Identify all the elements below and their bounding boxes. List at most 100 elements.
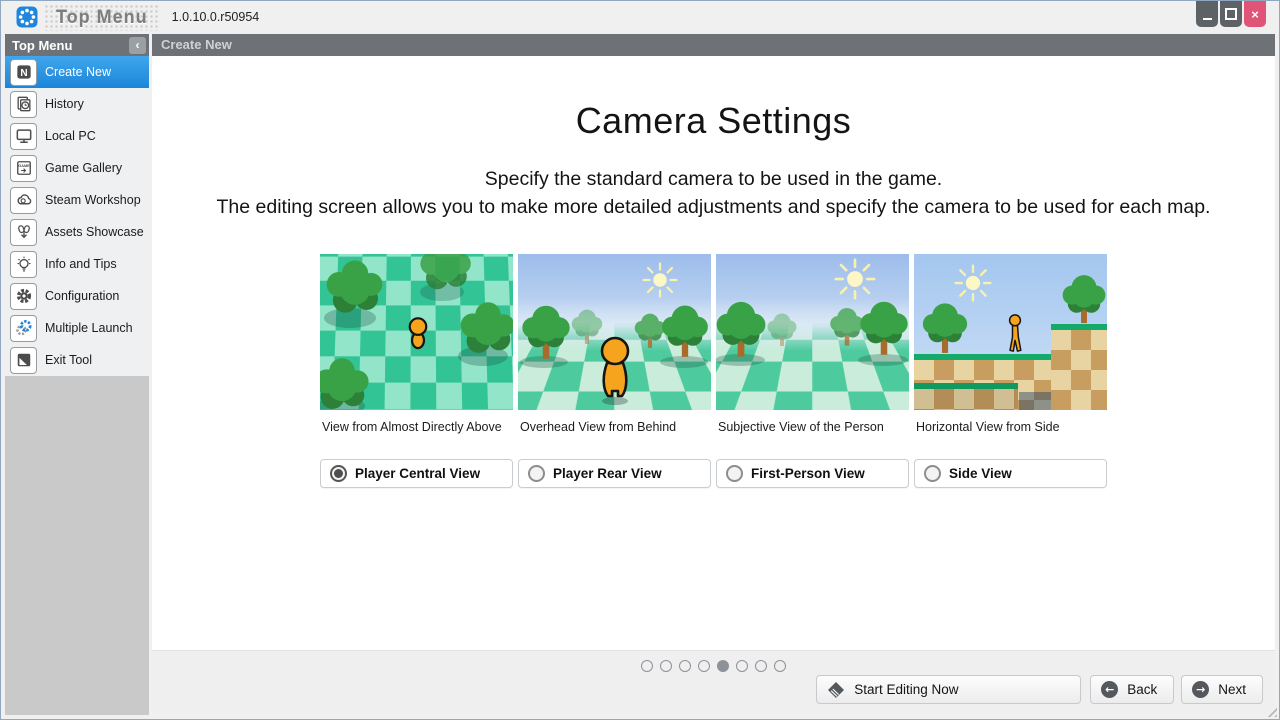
wizard-footer: Start Editing Now ← Back → Next <box>152 650 1275 715</box>
pagination-dots <box>152 651 1275 672</box>
sidebar-collapse-button[interactable]: ‹ <box>129 37 146 54</box>
close-button[interactable]: × <box>1244 1 1266 27</box>
option-card-side-view: Horizontal View from Side Side View <box>914 254 1107 488</box>
description-line-1: Specify the standard camera to be used i… <box>171 166 1256 194</box>
main-area: Top Menu ‹ N Create New History <box>5 34 1275 715</box>
start-editing-button[interactable]: Start Editing Now <box>816 675 1081 704</box>
sidebar-item-configuration[interactable]: Configuration <box>5 280 149 312</box>
sidebar-item-label: Create New <box>45 65 111 79</box>
logo-halftone: Top Menu <box>44 4 160 31</box>
page-dot <box>679 660 691 672</box>
svg-text:N: N <box>20 68 27 79</box>
title-bar: Top Menu 1.0.10.0.r50954 × <box>1 1 1279 33</box>
assets-showcase-icon <box>10 219 37 246</box>
local-pc-icon <box>10 123 37 150</box>
radio-icon <box>726 465 743 482</box>
minimize-icon <box>1203 18 1212 20</box>
sidebar-item-multiple-launch[interactable]: Multiple Launch <box>5 312 149 344</box>
sidebar-item-local-pc[interactable]: Local PC <box>5 120 149 152</box>
page-dot <box>698 660 710 672</box>
maximize-button[interactable] <box>1220 1 1242 27</box>
sidebar-item-label: Assets Showcase <box>45 225 144 239</box>
close-icon: × <box>1251 8 1259 21</box>
scene-rear-view-preview <box>518 254 711 410</box>
sidebar-title: Top Menu <box>12 38 72 53</box>
next-button[interactable]: → Next <box>1181 675 1263 704</box>
content-area: Create New Camera Settings Specify the s… <box>152 34 1275 715</box>
page-dot <box>736 660 748 672</box>
window-controls: × <box>1196 1 1266 27</box>
sidebar-header: Top Menu ‹ <box>5 34 149 56</box>
radio-player-central-view[interactable]: Player Central View <box>320 459 513 488</box>
maximize-icon <box>1225 8 1237 20</box>
editor-pencil-icon <box>827 681 845 699</box>
sidebar-item-label: Info and Tips <box>45 257 117 271</box>
sidebar-item-exit-tool[interactable]: Exit Tool <box>5 344 149 376</box>
sidebar-item-steam-workshop[interactable]: Steam Workshop <box>5 184 149 216</box>
content-body: Camera Settings Specify the standard cam… <box>152 56 1275 650</box>
radio-label: Side View <box>949 466 1012 481</box>
back-label: Back <box>1127 682 1157 697</box>
sidebar-item-create-new[interactable]: N Create New <box>5 56 149 88</box>
app-logo-icon <box>16 6 38 28</box>
page-dot <box>660 660 672 672</box>
back-button[interactable]: ← Back <box>1090 675 1174 704</box>
page-title: Camera Settings <box>152 100 1275 142</box>
sidebar-item-label: History <box>45 97 84 111</box>
sidebar-item-list: N Create New History Local PC GAME <box>5 56 149 376</box>
sidebar-filler <box>5 376 149 715</box>
content-header: Create New <box>152 34 1275 56</box>
sidebar-item-label: Local PC <box>45 129 96 143</box>
option-caption: Overhead View from Behind <box>520 419 709 452</box>
scene-first-person-preview <box>716 254 909 410</box>
sidebar-item-label: Exit Tool <box>45 353 92 367</box>
option-card-first-person: Subjective View of the Person First-Pers… <box>716 254 909 488</box>
game-gallery-icon: GAME <box>10 155 37 182</box>
sidebar-item-label: Multiple Launch <box>45 321 133 335</box>
svg-text:GAME: GAME <box>18 164 30 168</box>
footer-buttons: Start Editing Now ← Back → Next <box>816 675 1263 704</box>
sidebar-item-label: Steam Workshop <box>45 193 141 207</box>
sidebar-item-info-and-tips[interactable]: Info and Tips <box>5 248 149 280</box>
sidebar-item-game-gallery[interactable]: GAME Game Gallery <box>5 152 149 184</box>
radio-label: First-Person View <box>751 466 865 481</box>
start-editing-label: Start Editing Now <box>854 682 958 697</box>
app-window: Top Menu 1.0.10.0.r50954 × Top Menu ‹ N … <box>0 0 1280 720</box>
arrow-left-icon: ← <box>1101 681 1118 698</box>
radio-icon <box>924 465 941 482</box>
multiple-launch-icon <box>10 315 37 342</box>
history-icon <box>10 91 37 118</box>
info-tips-icon <box>10 251 37 278</box>
next-label: Next <box>1218 682 1246 697</box>
version-text: 1.0.10.0.r50954 <box>172 10 260 24</box>
option-caption: Subjective View of the Person <box>718 419 907 452</box>
configuration-icon <box>10 283 37 310</box>
page-dot <box>755 660 767 672</box>
page-dot <box>641 660 653 672</box>
minimize-button[interactable] <box>1196 1 1218 27</box>
scene-top-down-preview <box>320 254 513 410</box>
chevron-left-icon: ‹ <box>136 38 140 52</box>
page-dot <box>774 660 786 672</box>
option-caption: Horizontal View from Side <box>916 419 1105 452</box>
exit-tool-icon <box>10 347 37 374</box>
page-dot <box>717 660 729 672</box>
radio-first-person-view[interactable]: First-Person View <box>716 459 909 488</box>
sidebar-item-assets-showcase[interactable]: Assets Showcase <box>5 216 149 248</box>
sidebar-item-label: Game Gallery <box>45 161 122 175</box>
sidebar: Top Menu ‹ N Create New History <box>5 34 149 715</box>
arrow-right-icon: → <box>1192 681 1209 698</box>
option-card-player-rear: Overhead View from Behind Player Rear Vi… <box>518 254 711 488</box>
radio-side-view[interactable]: Side View <box>914 459 1107 488</box>
sidebar-item-history[interactable]: History <box>5 88 149 120</box>
radio-icon <box>528 465 545 482</box>
radio-player-rear-view[interactable]: Player Rear View <box>518 459 711 488</box>
radio-label: Player Rear View <box>553 466 662 481</box>
create-new-icon: N <box>10 59 37 86</box>
option-caption: View from Almost Directly Above <box>322 419 511 452</box>
radio-label: Player Central View <box>355 466 480 481</box>
option-card-player-central: View from Almost Directly Above Player C… <box>320 254 513 488</box>
description-line-2: The editing screen allows you to make mo… <box>171 194 1256 222</box>
steam-workshop-icon <box>10 187 37 214</box>
sidebar-item-label: Configuration <box>45 289 119 303</box>
